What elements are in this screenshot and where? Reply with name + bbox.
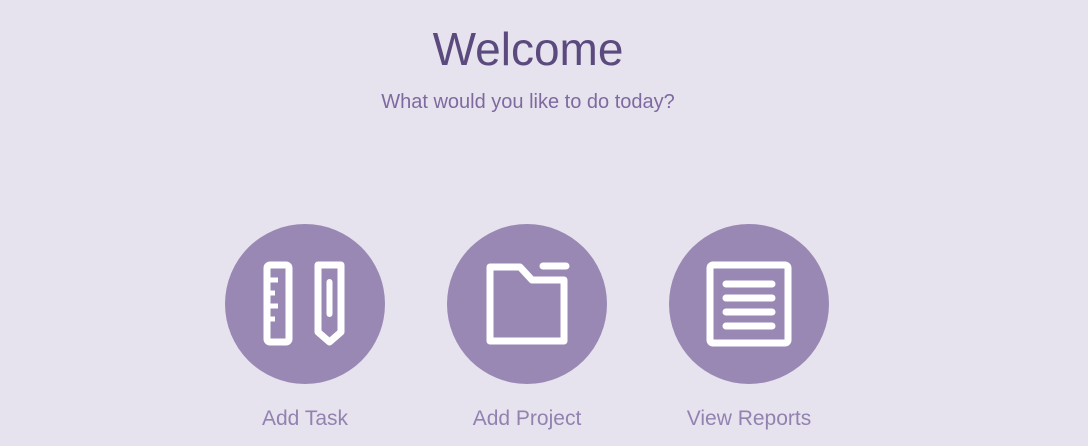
page-title: Welcome [432,23,624,75]
ruler-pencil-icon [263,261,345,346]
add-project-circle[interactable] [447,224,607,384]
folder-icon [486,262,570,345]
welcome-page: Welcome What would you like to do today?… [0,0,1088,446]
add-project-label[interactable]: Add Project [473,406,582,432]
view-reports-label[interactable]: View Reports [687,406,812,432]
document-lines-icon [706,261,792,347]
add-task-button[interactable]: Add Task [225,224,385,432]
add-project-button[interactable]: Add Project [447,224,607,432]
view-reports-button[interactable]: View Reports [669,224,829,432]
add-task-circle[interactable] [225,224,385,384]
page-subtitle: What would you like to do today? [381,91,675,113]
view-reports-circle[interactable] [669,224,829,384]
add-task-label[interactable]: Add Task [262,406,348,432]
